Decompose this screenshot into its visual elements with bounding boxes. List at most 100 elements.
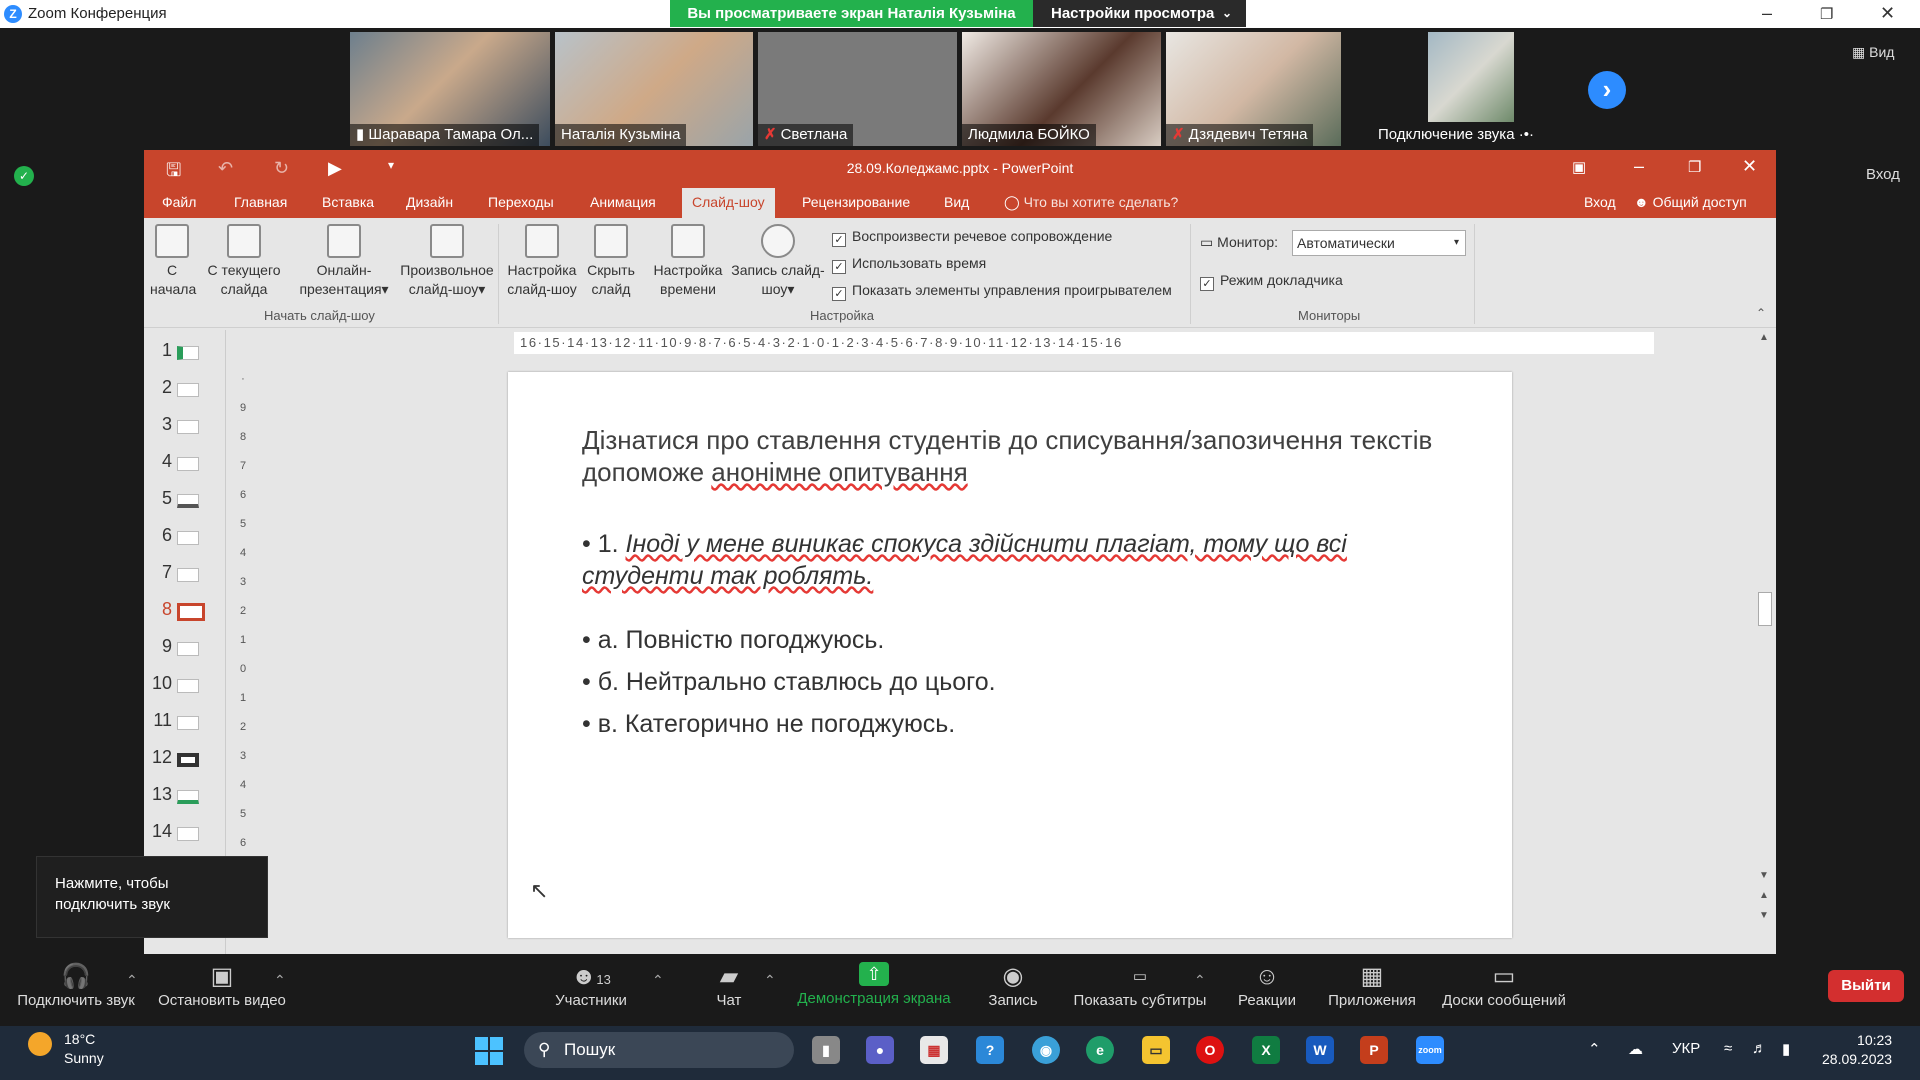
thumbnail[interactable]: 12	[144, 747, 226, 777]
file-explorer-icon[interactable]: ▭	[1142, 1036, 1170, 1064]
weather-sun-icon[interactable]	[28, 1032, 52, 1056]
thumbnail[interactable]: 4	[144, 451, 226, 481]
participant-tile[interactable]: ✗ Светлана	[758, 32, 957, 146]
audio-options-caret-icon[interactable]: ⌃	[126, 972, 138, 989]
participants-button[interactable]: ☻13 Участники	[546, 962, 636, 1009]
monitor-select[interactable]: Автоматически ▾	[1292, 230, 1466, 256]
media-controls-checkbox[interactable]: ✓ Показать элементы управления проигрыват…	[832, 282, 1172, 301]
timings-checkbox[interactable]: ✓ Использовать время	[832, 255, 986, 274]
powerpoint-icon[interactable]: P	[1360, 1036, 1388, 1064]
thumbnail[interactable]: 5	[144, 488, 226, 518]
taskbar-search[interactable]: ⚲ Пошук	[524, 1032, 794, 1068]
participant-tile[interactable]: ✗ Дзядевич Тетяна	[1166, 32, 1341, 146]
slide-canvas[interactable]: Дізнатися про ставлення студентів до спи…	[508, 372, 1512, 938]
view-options-dropdown[interactable]: Настройки просмотра ⌄	[1033, 0, 1246, 27]
enter-button[interactable]: Вход	[1866, 166, 1900, 183]
collapse-ribbon-icon[interactable]: ⌃	[1756, 306, 1766, 320]
wifi-icon[interactable]: ≈	[1724, 1040, 1732, 1057]
tab-view[interactable]: Вид	[944, 194, 969, 210]
thumbnail[interactable]: 10	[144, 673, 226, 703]
weather-widget[interactable]: 18°C Sunny	[64, 1030, 104, 1068]
teams-chat-icon[interactable]: ●	[866, 1036, 894, 1064]
leave-button[interactable]: Выйти	[1828, 970, 1904, 1002]
ppt-close-icon[interactable]: ✕	[1742, 156, 1757, 177]
tab-slideshow[interactable]: Слайд-шоу	[682, 188, 775, 218]
signin-link[interactable]: Вход	[1584, 194, 1616, 210]
network-app-icon[interactable]: ◉	[1032, 1036, 1060, 1064]
vertical-scrollbar[interactable]: ▲ ▼ ▲ ▼	[1754, 330, 1776, 954]
show-captions-button[interactable]: ▭ Показать субтитры	[1070, 962, 1210, 1009]
thumbnail[interactable]: 2	[144, 377, 226, 407]
hide-slide-button[interactable]: Скрыть слайд	[584, 224, 638, 299]
previous-slide-icon[interactable]: ▲	[1759, 890, 1769, 901]
stop-video-button[interactable]: ▣ Остановить видео	[156, 962, 288, 1009]
tab-review[interactable]: Рецензирование	[802, 194, 910, 210]
from-current-button[interactable]: С текущего слайда	[202, 224, 286, 299]
setup-slideshow-button[interactable]: Настройка слайд-шоу	[504, 224, 580, 299]
help-icon[interactable]: ?	[976, 1036, 1004, 1064]
slide-option[interactable]: • б. Нейтрально ставлюсь до цього.	[582, 668, 996, 697]
tab-insert[interactable]: Вставка	[322, 194, 374, 210]
whiteboards-button[interactable]: ▭ Доски сообщений	[1434, 962, 1574, 1009]
participant-tile[interactable]: Людмила БОЙКО	[962, 32, 1161, 146]
custom-slideshow-button[interactable]: Произвольное слайд-шоу▾	[394, 224, 500, 299]
show-hidden-icons-icon[interactable]: ⌃	[1588, 1040, 1601, 1058]
captions-caret-icon[interactable]: ⌃	[1194, 972, 1206, 989]
slide-option[interactable]: • а. Повністю погоджуюсь.	[582, 626, 884, 655]
slide-question[interactable]: • 1. Іноді у мене виникає спокуса здійсн…	[582, 528, 1462, 592]
next-page-button[interactable]: ›	[1588, 71, 1626, 109]
slide-title[interactable]: Дізнатися про ставлення студентів до спи…	[582, 424, 1442, 488]
onedrive-icon[interactable]: ☁	[1628, 1040, 1643, 1058]
thumbnail-selected[interactable]: 8	[144, 599, 226, 629]
share-button[interactable]: ☻ Общий доступ	[1634, 194, 1747, 210]
presenter-view-checkbox[interactable]: ✓ Режим докладчика	[1200, 272, 1343, 291]
record-button[interactable]: ◉ Запись	[982, 962, 1044, 1009]
minimize-icon[interactable]: –	[1762, 3, 1772, 24]
zoom-app-icon[interactable]: zoom	[1416, 1036, 1444, 1064]
thumbnail[interactable]: 7	[144, 562, 226, 592]
restore-icon[interactable]: ❐	[1820, 5, 1833, 23]
chat-caret-icon[interactable]: ⌃	[764, 972, 776, 989]
thumbnail[interactable]: 1	[144, 340, 226, 370]
participant-tile[interactable]: Подключение звука ·•·	[1372, 32, 1572, 146]
tab-transitions[interactable]: Переходы	[488, 194, 554, 210]
security-shield-icon[interactable]: ✓	[14, 166, 34, 186]
thumbnail[interactable]: 3	[144, 414, 226, 444]
tab-animations[interactable]: Анимация	[590, 194, 656, 210]
chat-button[interactable]: ▰ Чат	[708, 962, 750, 1009]
participants-caret-icon[interactable]: ⌃	[652, 972, 664, 989]
edge-browser-icon[interactable]: e	[1086, 1036, 1114, 1064]
tab-file[interactable]: Файл	[162, 194, 196, 210]
from-start-button[interactable]: Сначала	[150, 224, 196, 299]
taskbar-clock[interactable]: 10:23 28.09.2023	[1822, 1031, 1892, 1069]
ppt-restore-icon[interactable]: ❐	[1688, 158, 1701, 176]
slide-option[interactable]: • в. Категорично не погоджуюсь.	[582, 710, 955, 739]
reactions-button[interactable]: ☺ Реакции	[1232, 962, 1302, 1009]
tab-design[interactable]: Дизайн	[406, 194, 453, 210]
record-slideshow-button[interactable]: Запись слайд-шоу▾	[730, 224, 826, 299]
narration-checkbox[interactable]: ✓ Воспроизвести речевое сопровождение	[832, 228, 1112, 247]
thumbnail[interactable]: 14	[144, 821, 226, 851]
opera-browser-icon[interactable]: O	[1196, 1036, 1224, 1064]
language-indicator[interactable]: УКР	[1672, 1040, 1700, 1057]
excel-icon[interactable]: X	[1252, 1036, 1280, 1064]
scroll-up-icon[interactable]: ▲	[1759, 332, 1769, 343]
video-options-caret-icon[interactable]: ⌃	[274, 972, 286, 989]
rehearse-timings-button[interactable]: Настройка времени	[648, 224, 728, 299]
ribbon-display-icon[interactable]: ▣	[1572, 158, 1586, 176]
battery-icon[interactable]: ▮	[1782, 1040, 1790, 1058]
close-icon[interactable]: ✕	[1880, 3, 1895, 24]
tell-me-box[interactable]: ◯ Что вы хотите сделать?	[1004, 194, 1178, 211]
word-icon[interactable]: W	[1306, 1036, 1334, 1064]
scrollbar-thumb[interactable]	[1758, 592, 1772, 626]
share-screen-button[interactable]: ⇧ Демонстрация экрана	[796, 962, 952, 1007]
participant-tile[interactable]: ▮ Шаравара Тамара Ол...	[350, 32, 550, 146]
participant-tile[interactable]: Наталія Кузьміна	[555, 32, 753, 146]
ppt-minimize-icon[interactable]: –	[1634, 156, 1644, 177]
view-button[interactable]: ▦ Вид	[1852, 44, 1894, 61]
tab-home[interactable]: Главная	[234, 194, 287, 210]
microsoft-store-icon[interactable]: ▦	[920, 1036, 948, 1064]
windows-start-icon[interactable]	[474, 1036, 504, 1066]
volume-icon[interactable]: ♬	[1752, 1040, 1767, 1057]
thumbnail[interactable]: 13	[144, 784, 226, 814]
